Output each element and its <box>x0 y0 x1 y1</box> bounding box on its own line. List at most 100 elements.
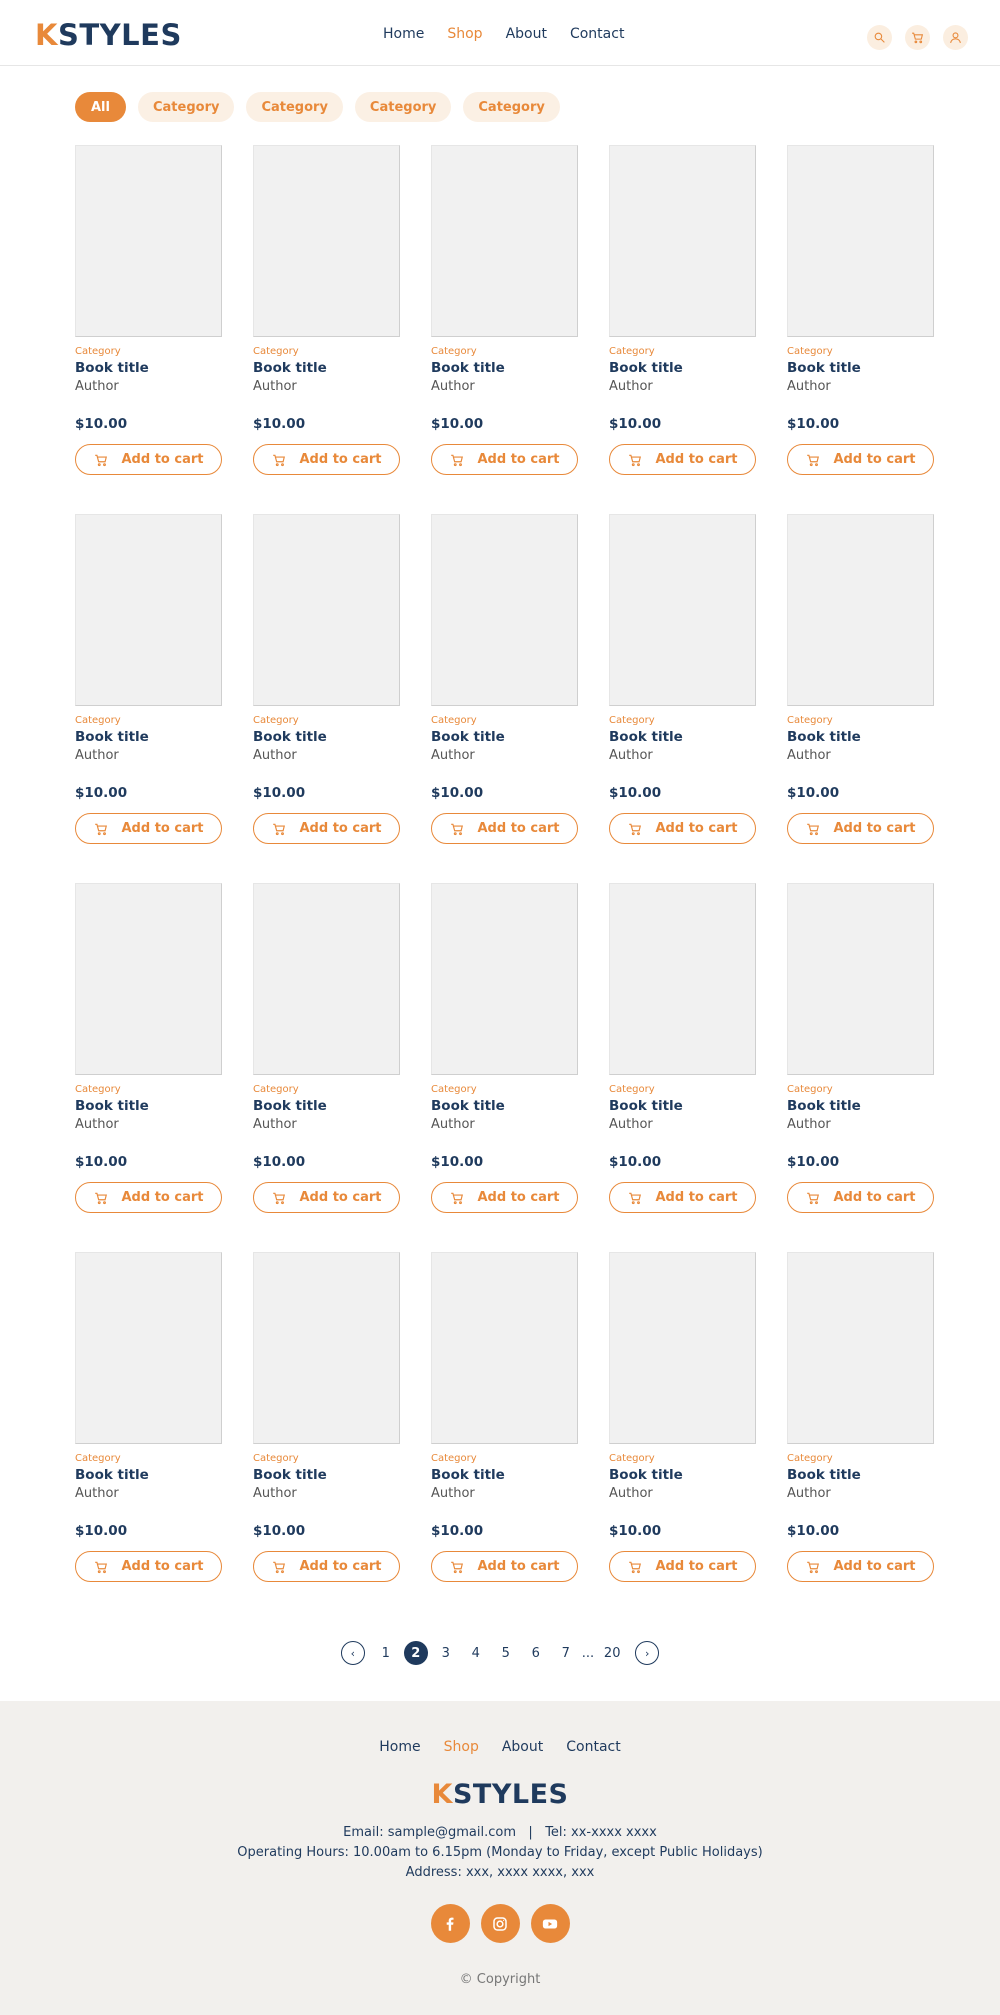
filter-chip-all[interactable]: All <box>75 92 126 122</box>
book-cover-placeholder[interactable] <box>253 514 400 706</box>
product-title[interactable]: Book title <box>787 1098 934 1114</box>
add-to-cart-button[interactable]: Add to cart <box>253 1182 400 1213</box>
book-cover-placeholder[interactable] <box>609 883 756 1075</box>
product-card[interactable]: Category Book title Author $10.00 Add to car… <box>609 883 756 1252</box>
product-title[interactable]: Book title <box>253 1098 400 1114</box>
product-category[interactable]: Category <box>75 715 222 726</box>
product-card[interactable]: Category Book title Author $10.00 Add to car… <box>431 514 578 883</box>
footer-logo[interactable]: KSTYLES <box>0 1779 1000 1810</box>
product-title[interactable]: Book title <box>609 1467 756 1483</box>
product-card[interactable]: Category Book title Author $10.00 Add to car… <box>609 1252 756 1621</box>
book-cover-placeholder[interactable] <box>431 145 578 337</box>
nav-link-contact[interactable]: Contact <box>570 26 624 42</box>
product-category[interactable]: Category <box>253 1453 400 1464</box>
product-title[interactable]: Book title <box>431 1467 578 1483</box>
footer-link-home[interactable]: Home <box>379 1739 420 1755</box>
add-to-cart-button[interactable]: Add to cart <box>787 813 934 844</box>
product-card[interactable]: Category Book title Author $10.00 Add to car… <box>431 883 578 1252</box>
add-to-cart-button[interactable]: Add to cart <box>253 444 400 475</box>
product-title[interactable]: Book title <box>609 729 756 745</box>
nav-link-shop[interactable]: Shop <box>447 26 482 42</box>
product-card[interactable]: Category Book title Author $10.00 Add to car… <box>253 883 400 1252</box>
product-title[interactable]: Book title <box>75 1467 222 1483</box>
product-card[interactable]: Category Book title Author $10.00 Add to car… <box>787 145 934 514</box>
product-card[interactable]: Category Book title Author $10.00 Add to car… <box>787 514 934 883</box>
product-category[interactable]: Category <box>431 1453 578 1464</box>
add-to-cart-button[interactable]: Add to cart <box>787 1182 934 1213</box>
add-to-cart-button[interactable]: Add to cart <box>75 444 222 475</box>
footer-link-about[interactable]: About <box>502 1739 543 1755</box>
add-to-cart-button[interactable]: Add to cart <box>75 813 222 844</box>
book-cover-placeholder[interactable] <box>253 883 400 1075</box>
product-title[interactable]: Book title <box>75 1098 222 1114</box>
product-category[interactable]: Category <box>253 1084 400 1095</box>
page-number[interactable]: 7 <box>554 1641 578 1665</box>
add-to-cart-button[interactable]: Add to cart <box>253 813 400 844</box>
book-cover-placeholder[interactable] <box>431 883 578 1075</box>
add-to-cart-button[interactable]: Add to cart <box>253 1551 400 1582</box>
instagram-icon[interactable] <box>480 1904 520 1943</box>
product-category[interactable]: Category <box>609 346 756 357</box>
product-title[interactable]: Book title <box>431 729 578 745</box>
page-number[interactable]: 1 <box>374 1641 398 1665</box>
book-cover-placeholder[interactable] <box>75 1252 222 1444</box>
product-title[interactable]: Book title <box>787 729 934 745</box>
product-card[interactable]: Category Book title Author $10.00 Add to car… <box>253 1252 400 1621</box>
product-category[interactable]: Category <box>609 715 756 726</box>
product-category[interactable]: Category <box>75 1084 222 1095</box>
product-card[interactable]: Category Book title Author $10.00 Add to car… <box>75 145 222 514</box>
product-card[interactable]: Category Book title Author $10.00 Add to car… <box>431 1252 578 1621</box>
product-title[interactable]: Book title <box>253 1467 400 1483</box>
book-cover-placeholder[interactable] <box>75 145 222 337</box>
search-icon[interactable] <box>867 25 892 50</box>
filter-chip-category[interactable]: Category <box>137 92 235 122</box>
book-cover-placeholder[interactable] <box>787 145 934 337</box>
book-cover-placeholder[interactable] <box>431 1252 578 1444</box>
product-card[interactable]: Category Book title Author $10.00 Add to car… <box>75 1252 222 1621</box>
add-to-cart-button[interactable]: Add to cart <box>75 1551 222 1582</box>
book-cover-placeholder[interactable] <box>75 514 222 706</box>
product-category[interactable]: Category <box>787 1453 934 1464</box>
book-cover-placeholder[interactable] <box>609 1252 756 1444</box>
add-to-cart-button[interactable]: Add to cart <box>609 444 756 475</box>
add-to-cart-button[interactable]: Add to cart <box>75 1182 222 1213</box>
book-cover-placeholder[interactable] <box>253 1252 400 1444</box>
product-card[interactable]: Category Book title Author $10.00 Add to car… <box>75 883 222 1252</box>
product-category[interactable]: Category <box>253 346 400 357</box>
filter-chip-category[interactable]: Category <box>463 92 560 122</box>
book-cover-placeholder[interactable] <box>431 514 578 706</box>
footer-link-contact[interactable]: Contact <box>566 1739 620 1755</box>
product-category[interactable]: Category <box>787 1084 934 1095</box>
product-card[interactable]: Category Book title Author $10.00 Add to car… <box>75 514 222 883</box>
nav-link-about[interactable]: About <box>506 26 547 42</box>
product-title[interactable]: Book title <box>431 1098 578 1114</box>
product-title[interactable]: Book title <box>253 729 400 745</box>
facebook-icon[interactable] <box>430 1904 470 1943</box>
product-title[interactable]: Book title <box>787 360 934 376</box>
cart-icon[interactable] <box>905 25 930 50</box>
product-category[interactable]: Category <box>609 1084 756 1095</box>
add-to-cart-button[interactable]: Add to cart <box>431 1182 578 1213</box>
youtube-icon[interactable] <box>530 1904 570 1943</box>
add-to-cart-button[interactable]: Add to cart <box>431 813 578 844</box>
page-number[interactable]: 2 <box>403 1641 428 1665</box>
product-title[interactable]: Book title <box>787 1467 934 1483</box>
add-to-cart-button[interactable]: Add to cart <box>431 1551 578 1582</box>
filter-chip-category[interactable]: Category <box>246 92 343 122</box>
product-card[interactable]: Category Book title Author $10.00 Add to car… <box>253 145 400 514</box>
product-category[interactable]: Category <box>609 1453 756 1464</box>
book-cover-placeholder[interactable] <box>75 883 222 1075</box>
product-title[interactable]: Book title <box>253 360 400 376</box>
product-card[interactable]: Category Book title Author $10.00 Add to car… <box>787 883 934 1252</box>
product-category[interactable]: Category <box>431 346 578 357</box>
footer-link-shop[interactable]: Shop <box>444 1739 479 1755</box>
prev-page-button[interactable]: ‹ <box>340 1641 365 1665</box>
add-to-cart-button[interactable]: Add to cart <box>787 444 934 475</box>
book-cover-placeholder[interactable] <box>787 1252 934 1444</box>
product-card[interactable]: Category Book title Author $10.00 Add to car… <box>609 514 756 883</box>
next-page-button[interactable]: › <box>635 1641 660 1665</box>
product-card[interactable]: Category Book title Author $10.00 Add to car… <box>609 145 756 514</box>
product-card[interactable]: Category Book title Author $10.00 Add to car… <box>787 1252 934 1621</box>
product-title[interactable]: Book title <box>431 360 578 376</box>
product-category[interactable]: Category <box>75 1453 222 1464</box>
